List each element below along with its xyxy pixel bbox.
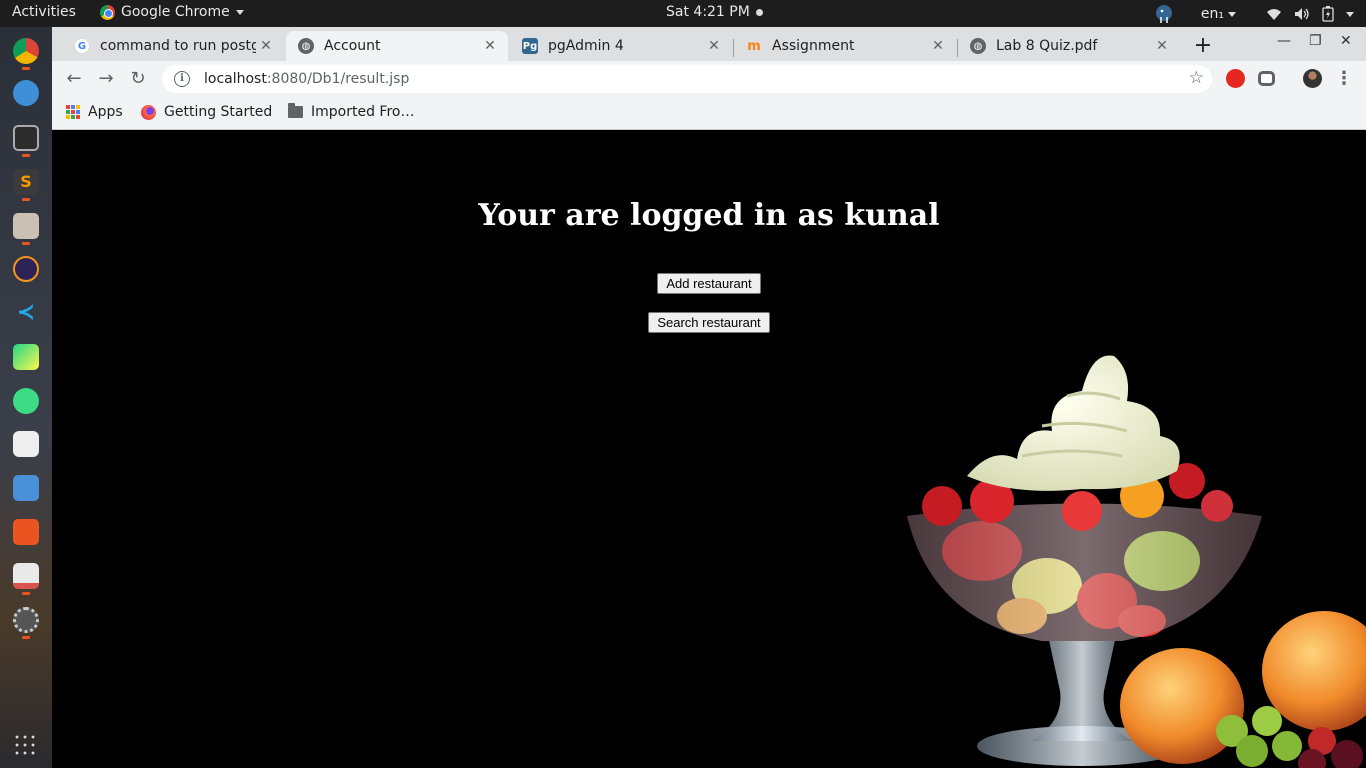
search-restaurant-button[interactable]: Search restaurant <box>648 312 770 333</box>
system-monitor-launcher-icon[interactable] <box>13 563 39 589</box>
apps-grid-icon <box>66 105 80 119</box>
bookmark-getting-started[interactable]: Getting Started <box>141 104 272 120</box>
chevron-down-icon <box>1228 11 1236 17</box>
sublime-launcher-icon[interactable]: S <box>13 169 39 195</box>
close-icon[interactable]: ✕ <box>704 38 724 54</box>
tab-title: Lab 8 Quiz.pdf <box>996 38 1098 54</box>
files-launcher-icon[interactable] <box>13 213 39 239</box>
firefox-icon <box>141 104 156 120</box>
address-bar[interactable]: i localhost :8080/Db1/result.jsp ☆ <box>162 65 1212 93</box>
pycharm-launcher-icon[interactable] <box>13 344 39 370</box>
clock[interactable]: Sat 4:21 PM <box>666 4 763 20</box>
keyboard-layout-label: en₁ <box>1200 6 1224 22</box>
tab-pgadmin[interactable]: Pg pgAdmin 4 ✕ <box>510 31 732 61</box>
tab-assignment[interactable]: m Assignment ✕ <box>734 31 956 61</box>
eclipse-launcher-icon[interactable] <box>13 256 39 282</box>
running-indicator <box>22 592 30 595</box>
tab-command-to-run[interactable]: G command to run postgr ✕ <box>62 31 284 61</box>
globe-icon: ◍ <box>298 38 314 54</box>
tab-title: pgAdmin 4 <box>548 38 624 54</box>
system-menu-chevron-icon[interactable] <box>1346 11 1354 17</box>
chrome-icon <box>100 4 115 20</box>
running-indicator <box>22 242 30 245</box>
site-info-icon[interactable]: i <box>174 71 190 87</box>
system-top-bar: Activities Google Chrome Sat 4:21 PM en₁ <box>0 0 1366 27</box>
back-arrow-icon[interactable]: ← <box>62 67 86 91</box>
bookmark-imported-folder[interactable]: Imported Fro… <box>288 103 415 120</box>
close-icon[interactable]: ✕ <box>256 38 276 54</box>
application-dock: S ≺ <box>0 27 52 768</box>
fruit-sundae-image <box>907 355 1366 768</box>
close-icon[interactable]: ✕ <box>928 38 948 54</box>
activities-button[interactable]: Activities <box>12 4 76 20</box>
tab-strip: G command to run postgr ✕ ◍ Account ✕ Pg… <box>52 27 1366 61</box>
close-icon[interactable]: ✕ <box>480 38 500 54</box>
new-tab-plus-icon[interactable]: + <box>1189 33 1217 61</box>
bookmark-apps[interactable]: Apps <box>66 104 123 120</box>
chevron-down-icon <box>235 9 244 15</box>
bookmark-star-icon[interactable]: ☆ <box>1189 68 1204 88</box>
clock-label: Sat 4:21 PM <box>666 4 750 20</box>
url-path: :8080/Db1/result.jsp <box>266 71 410 87</box>
close-icon[interactable]: ✕ <box>1152 38 1172 54</box>
bookmark-label: Getting Started <box>164 104 273 120</box>
add-restaurant-button[interactable]: Add restaurant <box>657 273 761 294</box>
running-indicator <box>22 636 30 639</box>
tab-title: Account <box>324 38 381 54</box>
battery-icon[interactable] <box>1322 6 1334 22</box>
menu-kebab-icon[interactable]: ⋮ <box>1332 67 1356 91</box>
document-viewer-launcher-icon[interactable] <box>13 475 39 501</box>
pgadmin-icon: Pg <box>522 38 538 54</box>
moodle-icon: m <box>747 38 761 54</box>
running-indicator <box>22 198 30 201</box>
app-menu-label: Google Chrome <box>121 4 230 20</box>
forward-arrow-icon[interactable]: → <box>94 67 118 91</box>
app-menu[interactable]: Google Chrome <box>100 4 244 20</box>
url-host: localhost <box>204 71 267 87</box>
postgres-elephant-icon[interactable] <box>1153 3 1175 25</box>
settings-launcher-icon[interactable] <box>13 607 39 633</box>
chrome-launcher-icon[interactable] <box>13 38 39 64</box>
system-tray[interactable]: en₁ <box>1153 3 1354 25</box>
google-g-icon: G <box>74 38 90 54</box>
extension-icon[interactable] <box>1258 71 1275 86</box>
thunderbird-launcher-icon[interactable] <box>13 80 39 106</box>
running-indicator <box>22 67 30 70</box>
bookmark-label: Imported Fro… <box>311 104 415 120</box>
minimize-icon[interactable]: — <box>1277 33 1291 49</box>
volume-icon[interactable] <box>1294 7 1310 21</box>
wifi-icon[interactable] <box>1266 7 1282 21</box>
keyboard-layout-menu[interactable]: en₁ <box>1201 6 1236 22</box>
running-indicator <box>22 154 30 157</box>
adblock-extension-icon[interactable] <box>1226 69 1245 88</box>
bookmarks-bar: Apps Getting Started Imported Fro… <box>52 97 1366 130</box>
page-heading: Your are logged in as kunal <box>478 198 940 233</box>
show-applications-icon[interactable] <box>13 733 39 759</box>
reload-icon[interactable]: ↻ <box>126 67 150 91</box>
notification-dot-icon <box>755 8 763 16</box>
tab-title: Assignment <box>772 38 855 54</box>
restore-icon[interactable]: ❐ <box>1309 33 1322 49</box>
android-studio-launcher-icon[interactable] <box>13 388 39 414</box>
tab-title: command to run postgr <box>100 38 256 54</box>
bookmark-label: Apps <box>88 104 123 120</box>
profile-avatar[interactable] <box>1303 69 1322 88</box>
software-center-launcher-icon[interactable] <box>13 519 39 545</box>
rhythmbox-launcher-icon[interactable] <box>13 431 39 457</box>
browser-toolbar: ← → ↻ i localhost :8080/Db1/result.jsp ☆… <box>52 61 1366 97</box>
folder-icon <box>288 103 303 118</box>
vscode-launcher-icon[interactable]: ≺ <box>13 300 39 326</box>
globe-icon: ◍ <box>970 38 986 54</box>
close-window-icon[interactable]: ✕ <box>1340 33 1352 49</box>
terminal-launcher-icon[interactable] <box>13 125 39 151</box>
tab-account[interactable]: ◍ Account ✕ <box>286 31 508 61</box>
page-viewport: Your are logged in as kunal Add restaura… <box>52 131 1366 768</box>
tab-lab8-quiz[interactable]: ◍ Lab 8 Quiz.pdf ✕ <box>958 31 1180 61</box>
